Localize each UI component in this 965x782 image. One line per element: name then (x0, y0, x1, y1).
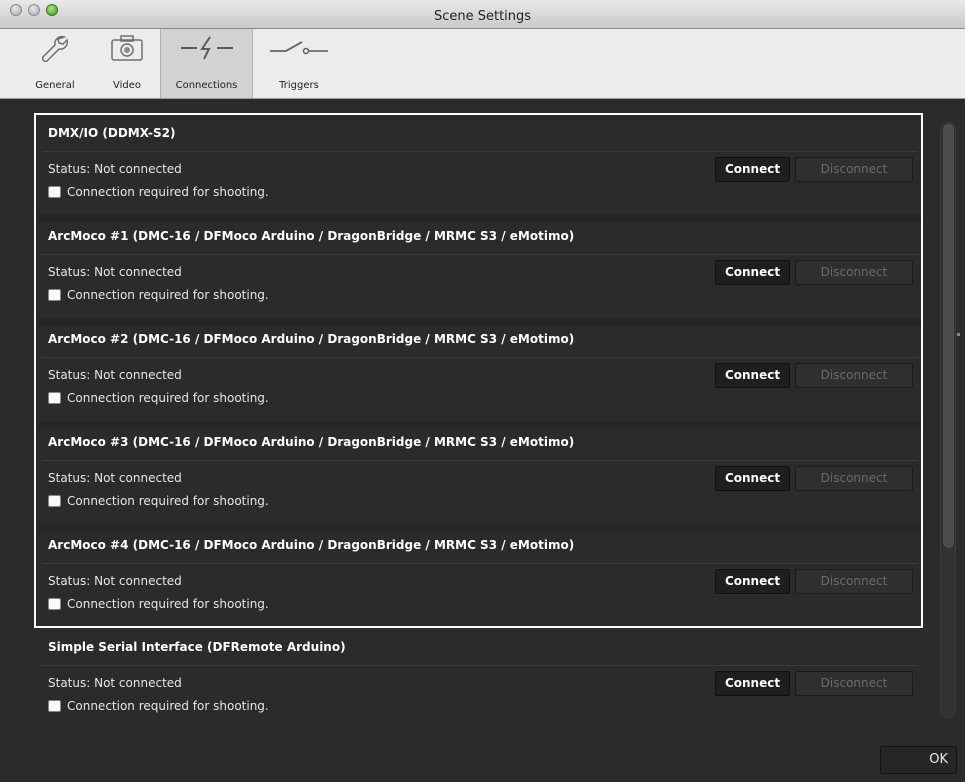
section-title: ArcMoco #3 (DMC-16 / DFMoco Arduino / Dr… (48, 435, 575, 449)
section-title: Simple Serial Interface (DFRemote Arduin… (48, 640, 346, 654)
connection-section-arcmoco-1: ArcMoco #1 (DMC-16 / DFMoco Arduino / Dr… (38, 218, 922, 321)
required-checkbox[interactable] (48, 186, 61, 198)
connect-button[interactable]: Connect (715, 157, 790, 182)
required-checkbox-label: Connection required for shooting. (67, 597, 269, 611)
required-checkbox[interactable] (48, 700, 61, 712)
connect-button[interactable]: Connect (715, 260, 790, 285)
status-text: Status: Not connected (48, 162, 182, 176)
disconnect-button[interactable]: Disconnect (795, 157, 913, 182)
section-divider (42, 563, 918, 564)
connections-panel: DMX/IO (DDMX-S2) Status: Not connected C… (0, 99, 965, 782)
required-checkbox-row[interactable]: Connection required for shooting. (48, 597, 269, 611)
status-text: Status: Not connected (48, 676, 182, 690)
required-checkbox[interactable] (48, 289, 61, 301)
window-title: Scene Settings (433, 9, 532, 24)
status-text: Status: Not connected (48, 574, 182, 588)
connection-section-arcmoco-2: ArcMoco #2 (DMC-16 / DFMoco Arduino / Dr… (38, 321, 922, 424)
wrench-icon (41, 35, 69, 63)
tab-connections-label: Connections (175, 80, 238, 91)
required-checkbox-label: Connection required for shooting. (67, 494, 269, 508)
camera-icon (111, 35, 143, 61)
scrollbar-thumb[interactable] (943, 124, 954, 548)
section-title: DMX/IO (DDMX-S2) (48, 126, 176, 140)
tab-connections[interactable]: Connections (160, 29, 253, 98)
toolbar: General Video Connections Triggers (0, 29, 965, 99)
connect-button[interactable]: Connect (715, 671, 790, 696)
required-checkbox-row[interactable]: Connection required for shooting. (48, 288, 269, 302)
disconnect-button[interactable]: Disconnect (795, 569, 913, 594)
required-checkbox[interactable] (48, 392, 61, 404)
section-title: ArcMoco #1 (DMC-16 / DFMoco Arduino / Dr… (48, 229, 575, 243)
connection-section-serial: Simple Serial Interface (DFRemote Arduin… (38, 629, 922, 719)
connection-section-arcmoco-4: ArcMoco #4 (DMC-16 / DFMoco Arduino / Dr… (38, 527, 922, 630)
tab-video[interactable]: Video (96, 29, 158, 98)
tab-video-label: Video (112, 80, 142, 91)
connect-button[interactable]: Connect (715, 466, 790, 491)
status-text: Status: Not connected (48, 265, 182, 279)
required-checkbox-row[interactable]: Connection required for shooting. (48, 494, 269, 508)
section-title: ArcMoco #2 (DMC-16 / DFMoco Arduino / Dr… (48, 332, 575, 346)
required-checkbox[interactable] (48, 598, 61, 610)
switch-icon (270, 41, 328, 55)
connection-icon (180, 36, 233, 60)
required-checkbox-label: Connection required for shooting. (67, 288, 269, 302)
section-divider (42, 357, 918, 358)
required-checkbox-label: Connection required for shooting. (67, 699, 269, 713)
section-divider (42, 460, 918, 461)
section-divider (42, 665, 918, 666)
disconnect-button[interactable]: Disconnect (795, 260, 913, 285)
tab-general-label: General (35, 80, 75, 91)
connection-section-arcmoco-3: ArcMoco #3 (DMC-16 / DFMoco Arduino / Dr… (38, 424, 922, 527)
status-text: Status: Not connected (48, 368, 182, 382)
required-checkbox-row[interactable]: Connection required for shooting. (48, 185, 269, 199)
disconnect-button[interactable]: Disconnect (795, 671, 913, 696)
connection-section-dmx: DMX/IO (DDMX-S2) Status: Not connected C… (38, 115, 922, 218)
ok-button[interactable]: OK (880, 746, 957, 774)
title-bar: Scene Settings (0, 0, 965, 29)
required-checkbox-row[interactable]: Connection required for shooting. (48, 699, 269, 713)
scroll-indicator (957, 333, 960, 336)
required-checkbox-label: Connection required for shooting. (67, 185, 269, 199)
tab-triggers-label: Triggers (279, 80, 319, 91)
status-text: Status: Not connected (48, 471, 182, 485)
connect-button[interactable]: Connect (715, 569, 790, 594)
section-divider (42, 151, 918, 152)
required-checkbox-row[interactable]: Connection required for shooting. (48, 391, 269, 405)
connect-button[interactable]: Connect (715, 363, 790, 388)
disconnect-button[interactable]: Disconnect (795, 466, 913, 491)
required-checkbox[interactable] (48, 495, 61, 507)
section-divider (42, 254, 918, 255)
section-title: ArcMoco #4 (DMC-16 / DFMoco Arduino / Dr… (48, 538, 575, 552)
tab-general[interactable]: General (14, 29, 96, 98)
disconnect-button[interactable]: Disconnect (795, 363, 913, 388)
required-checkbox-label: Connection required for shooting. (67, 391, 269, 405)
tab-triggers[interactable]: Triggers (255, 29, 343, 98)
